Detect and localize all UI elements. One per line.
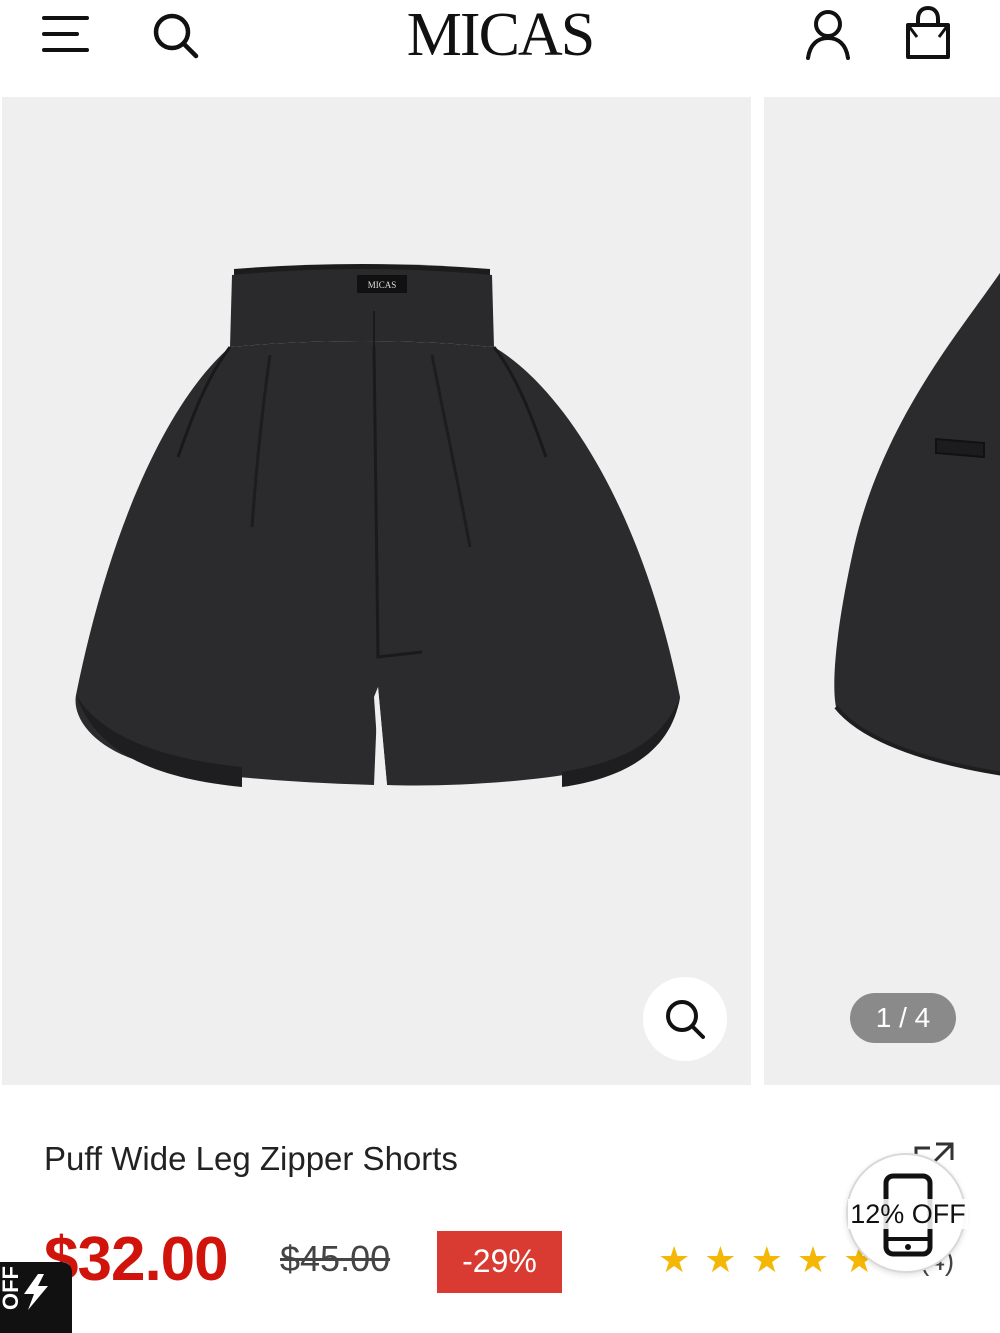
star-icon: ★ bbox=[750, 1239, 783, 1280]
app-discount-badge[interactable]: 12% OFF bbox=[846, 1153, 968, 1273]
search-icon bbox=[153, 13, 199, 59]
menu-button[interactable] bbox=[36, 10, 94, 58]
search-button[interactable] bbox=[146, 8, 204, 62]
star-icon: ★ bbox=[796, 1239, 830, 1280]
account-icon bbox=[806, 10, 850, 60]
star-icon: ★ bbox=[704, 1239, 737, 1280]
product-title: Puff Wide Leg Zipper Shorts bbox=[44, 1140, 458, 1177]
flash-sale-tab[interactable]: OFF bbox=[0, 1262, 72, 1333]
image-pager: 1 / 4 bbox=[850, 993, 956, 1043]
rating-stars[interactable]: ★ ★ ★ ★ ★ bbox=[658, 1240, 875, 1280]
flash-sale-text: OFF bbox=[0, 1266, 23, 1310]
shorts-illustration: MICAS bbox=[75, 264, 680, 787]
cart-button[interactable] bbox=[898, 4, 958, 62]
brand-logo[interactable]: MICAS bbox=[360, 0, 640, 70]
product-image-gallery[interactable]: MICAS 1 / 4 bbox=[0, 95, 1000, 1085]
product-image-main[interactable]: MICAS bbox=[2, 97, 751, 1085]
shopping-bag-icon bbox=[906, 5, 950, 59]
waistband-label: MICAS bbox=[368, 280, 397, 290]
app-discount-text: 12% OFF bbox=[848, 1199, 968, 1229]
product-image-next[interactable]: 1 / 4 bbox=[764, 97, 1000, 1085]
top-header: MICAS bbox=[0, 0, 1000, 95]
magnifier-icon bbox=[666, 1000, 705, 1039]
star-icon: ★ bbox=[658, 1239, 691, 1280]
shorts-side-illustration bbox=[834, 272, 1000, 776]
discount-badge: -29% bbox=[437, 1231, 562, 1293]
account-button[interactable] bbox=[798, 6, 858, 62]
menu-icon bbox=[42, 16, 89, 52]
zoom-button[interactable] bbox=[643, 977, 727, 1061]
original-price: $45.00 bbox=[280, 1238, 391, 1279]
